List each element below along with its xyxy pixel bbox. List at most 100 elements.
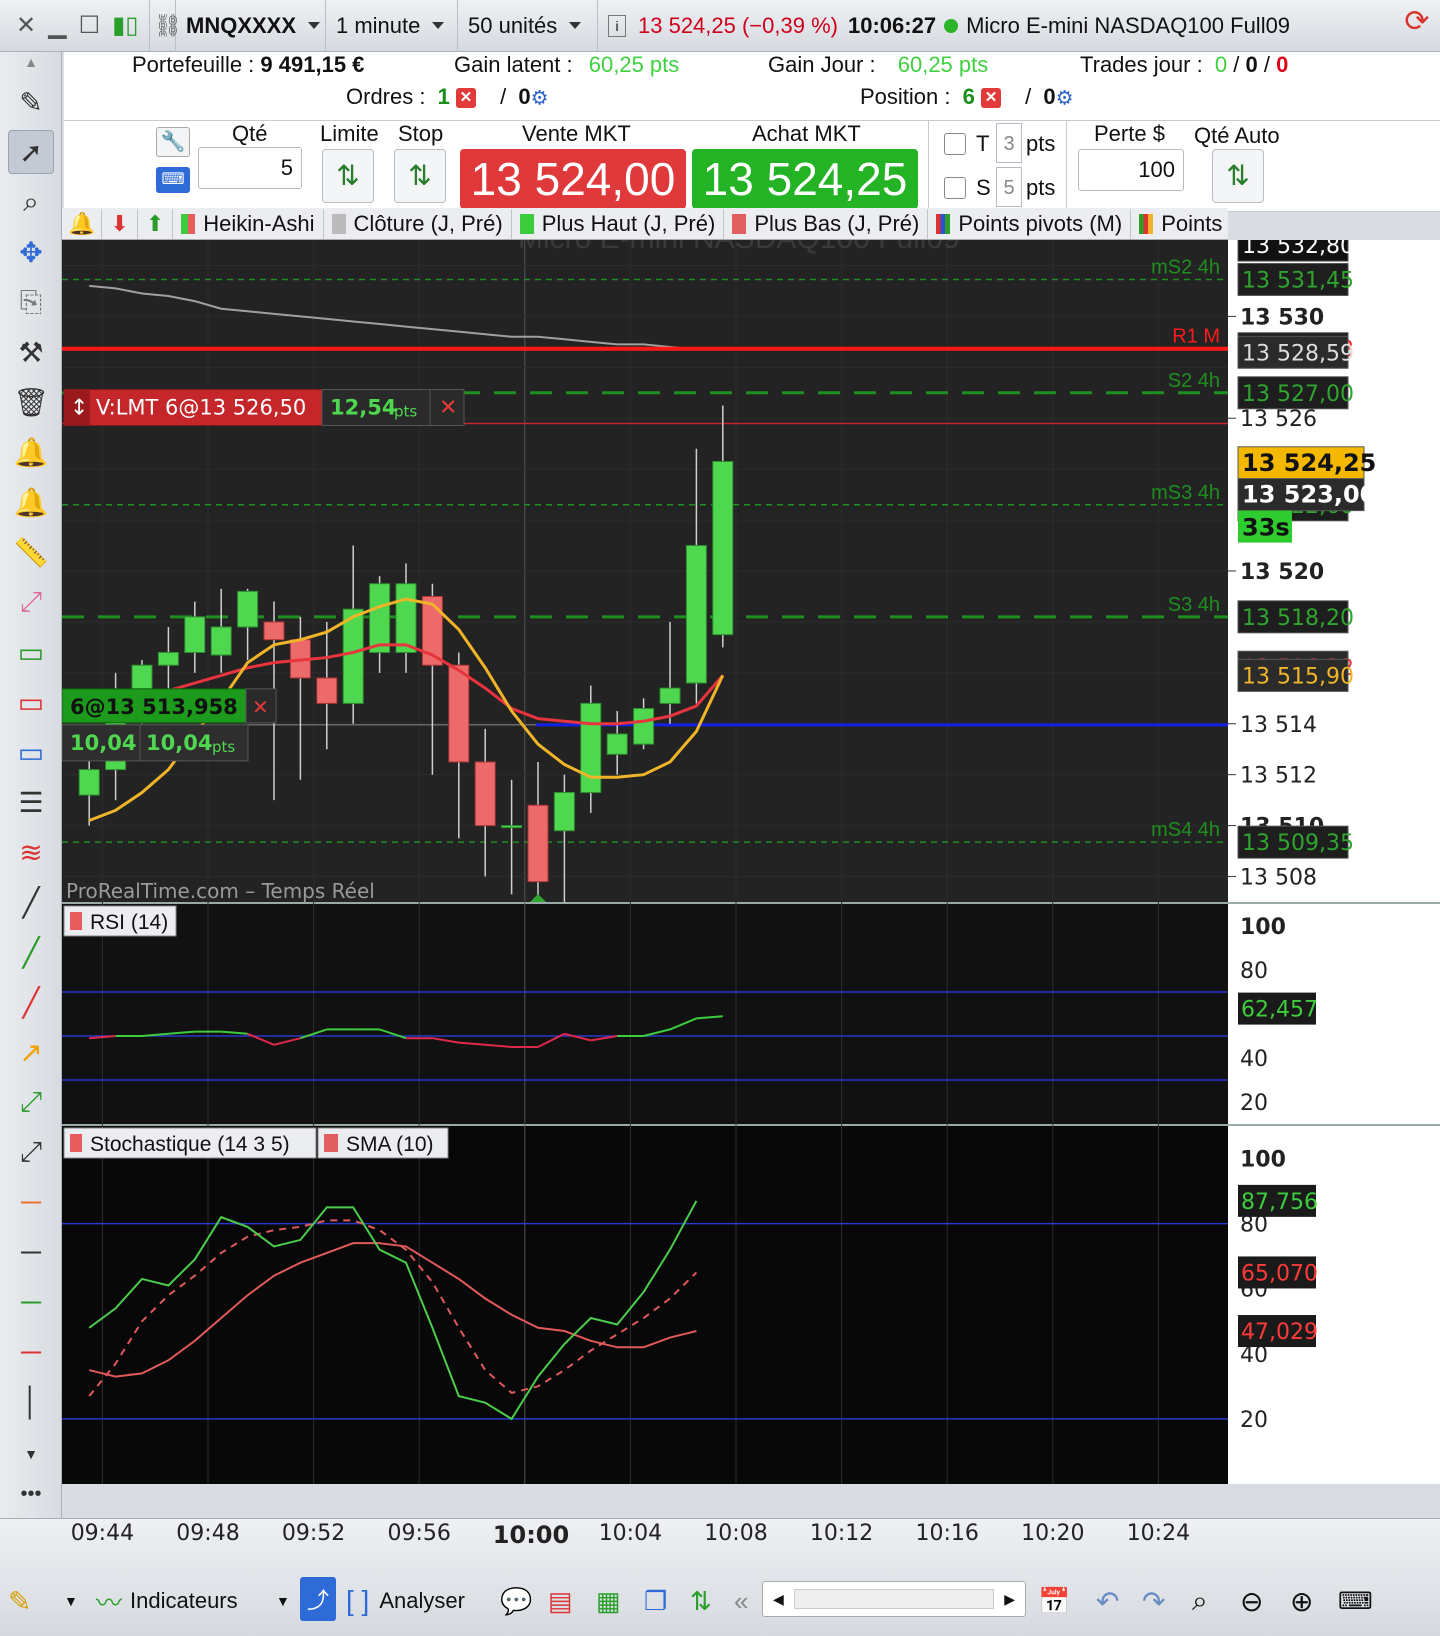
target-points-input[interactable]: 3	[996, 123, 1022, 163]
vline-icon[interactable]: │	[8, 1380, 54, 1424]
zoom-out-icon[interactable]: ⊖	[1240, 1577, 1263, 1625]
time-axis-label: 10:04	[598, 1521, 663, 1546]
auto-qty-icon[interactable]: ⇅	[1212, 149, 1264, 203]
target-checkbox[interactable]	[944, 133, 966, 155]
cursor-icon[interactable]: ➚	[8, 130, 54, 174]
cancel-orders-icon[interactable]: ✕	[455, 88, 476, 109]
refresh-icon[interactable]: ⟳	[1394, 4, 1440, 48]
instrument-name: Micro E-mini NASDAQ100 Full09	[966, 12, 1291, 38]
rectangle-blue-icon[interactable]: ▭	[8, 730, 54, 774]
chat-icon[interactable]: 💬	[500, 1577, 532, 1625]
report-icon[interactable]: ▤	[548, 1577, 573, 1625]
loss-input[interactable]: 100	[1078, 149, 1184, 191]
symbol-select[interactable]: MNQXXXX	[176, 0, 326, 52]
trash-icon[interactable]: 🗑	[8, 380, 54, 424]
zoom-in-icon[interactable]: ⊕	[1290, 1577, 1313, 1625]
time-axis-label: 10:20	[1021, 1521, 1085, 1546]
limit-order-icon[interactable]: ⇅	[322, 149, 374, 203]
measure-icon[interactable]: ⤢	[8, 580, 54, 624]
text-icon[interactable]: ☰	[8, 780, 54, 824]
stop-points-input[interactable]: 5	[996, 167, 1022, 207]
timeframe-select[interactable]: 1 minute	[326, 0, 458, 52]
minimize-icon[interactable]: ▁	[48, 11, 66, 40]
live-status-icon	[944, 18, 959, 33]
redo-icon[interactable]: ↷	[1142, 1577, 1165, 1625]
scroll-up-icon[interactable]: ▲	[8, 52, 54, 72]
scroll-left-icon[interactable]: ◀	[763, 1591, 794, 1608]
legend-high[interactable]: Plus Haut (J, Pré)	[512, 208, 725, 239]
line-black-icon[interactable]: ╱	[8, 880, 54, 924]
orders-icon[interactable]: ⇅	[690, 1577, 712, 1625]
ruler-icon[interactable]: 📏	[8, 530, 54, 574]
zoom-fit-icon[interactable]: ⌕	[1192, 1577, 1208, 1625]
share-icon[interactable]: ⤴	[300, 1577, 336, 1621]
close-icon[interactable]: ✕	[16, 11, 36, 40]
rectangle-green-icon[interactable]: ▭	[8, 630, 54, 674]
horizontal-scrollbar[interactable]: ◀ ▶	[762, 1581, 1026, 1617]
windows-icon[interactable]: ❐	[644, 1577, 667, 1625]
drawing-toolbar: ▲ ✎ ➚ ⌕ ✥ ⎘ ⚒ 🗑 🔔 🔔 📏 ⤢ ▭ ▭ ▭ ☰ ≋ ╱ ╱ ╱ …	[0, 52, 62, 1582]
legend-pivots[interactable]: Points pivots (M)	[928, 208, 1132, 239]
chart-type-icon[interactable]: ▮▯	[112, 11, 138, 40]
move-icon[interactable]: ✥	[8, 230, 54, 274]
grid-icon[interactable]: ▦	[596, 1577, 621, 1625]
indicators-label: Indicateurs	[130, 1588, 238, 1613]
stop-checkbox[interactable]	[944, 177, 966, 199]
draw-mode-dropdown[interactable]: ▼	[64, 1577, 78, 1625]
candle-body	[184, 616, 206, 653]
scroll-down-icon[interactable]: ▼	[8, 1432, 54, 1476]
buy-market-button[interactable]: 13 524,25	[692, 149, 918, 209]
qty-input[interactable]: 5	[198, 147, 302, 189]
more-icon[interactable]: •••	[8, 1472, 54, 1516]
legend-low[interactable]: Plus Bas (J, Pré)	[724, 208, 929, 239]
chart-area[interactable]: Micro E-mini NASDAQ100 Full09 mS2 4h R1 M S…	[62, 240, 1440, 1488]
buy-arrow-icon[interactable]: ⬆	[138, 208, 174, 239]
gear-icon[interactable]: ⚙	[1056, 88, 1074, 110]
arrow-icon[interactable]: ↗	[8, 1030, 54, 1074]
indicators-button[interactable]: 〰 Indicateurs	[96, 1577, 238, 1625]
tools-icon[interactable]: ⚒	[8, 330, 54, 374]
price-tag-text: 13 532,80	[1242, 240, 1354, 259]
maximize-icon[interactable]: ☐	[79, 11, 101, 40]
draw-mode-icon[interactable]: ✎	[8, 1577, 52, 1625]
copy-icon[interactable]: ⎘	[8, 280, 54, 324]
keyboard-icon[interactable]: ⌨	[156, 167, 190, 193]
info-icon[interactable]: i	[608, 14, 626, 37]
link-icon[interactable]: ⛓	[150, 0, 182, 52]
legend-heikin-ashi[interactable]: Heikin-Ashi	[173, 208, 324, 239]
stop-order-icon[interactable]: ⇅	[394, 149, 446, 203]
collapse-icon[interactable]: «	[734, 1577, 748, 1625]
alert-bell-icon[interactable]: 🔔	[62, 208, 103, 239]
line-red-icon[interactable]: ╱	[8, 980, 54, 1024]
close-position-icon[interactable]: ✕	[981, 88, 1001, 109]
hray-green-icon[interactable]: ─	[8, 1280, 54, 1324]
sell-market-button[interactable]: 13 524,00	[460, 149, 686, 209]
keyboard-toggle-icon[interactable]: ⌨	[1338, 1577, 1373, 1625]
price-axis-label: 13 508	[1240, 866, 1317, 891]
gear-icon[interactable]: ⚙	[531, 88, 549, 110]
units-select[interactable]: 50 unités	[458, 0, 598, 52]
segment-icon[interactable]: ⤢	[8, 1130, 54, 1174]
rectangle-red-icon[interactable]: ▭	[8, 680, 54, 724]
segment-green-icon[interactable]: ⤢	[8, 1080, 54, 1124]
legend-close[interactable]: Clôture (J, Pré)	[324, 208, 512, 239]
indicators-dropdown[interactable]: ▼	[276, 1577, 290, 1625]
fibonacci-icon[interactable]: ≋	[8, 830, 54, 874]
hline-orange-icon[interactable]: ─	[8, 1180, 54, 1224]
analyse-button[interactable]: [ ] Analyser	[346, 1577, 465, 1625]
magnifier-icon[interactable]: ⌕	[8, 180, 54, 224]
hray-red-icon[interactable]: ─	[8, 1330, 54, 1374]
hline-black-icon[interactable]: ─	[8, 1230, 54, 1274]
alert-icon[interactable]: 🔔	[8, 480, 54, 524]
limit-dist-value: 12,54	[330, 396, 396, 420]
sell-arrow-icon[interactable]: ⬇	[102, 208, 138, 239]
pencil-icon[interactable]: ✎	[8, 80, 54, 124]
calendar-icon[interactable]: 📅	[1038, 1577, 1070, 1625]
undo-icon[interactable]: ↶	[1096, 1577, 1119, 1625]
legend-points[interactable]: Points	[1131, 209, 1230, 239]
scroll-right-icon[interactable]: ▶	[994, 1591, 1025, 1608]
wrench-icon[interactable]: 🔧	[156, 127, 190, 157]
alert-remove-icon[interactable]: 🔔	[8, 430, 54, 474]
candle-body	[553, 792, 575, 832]
line-green-icon[interactable]: ╱	[8, 930, 54, 974]
